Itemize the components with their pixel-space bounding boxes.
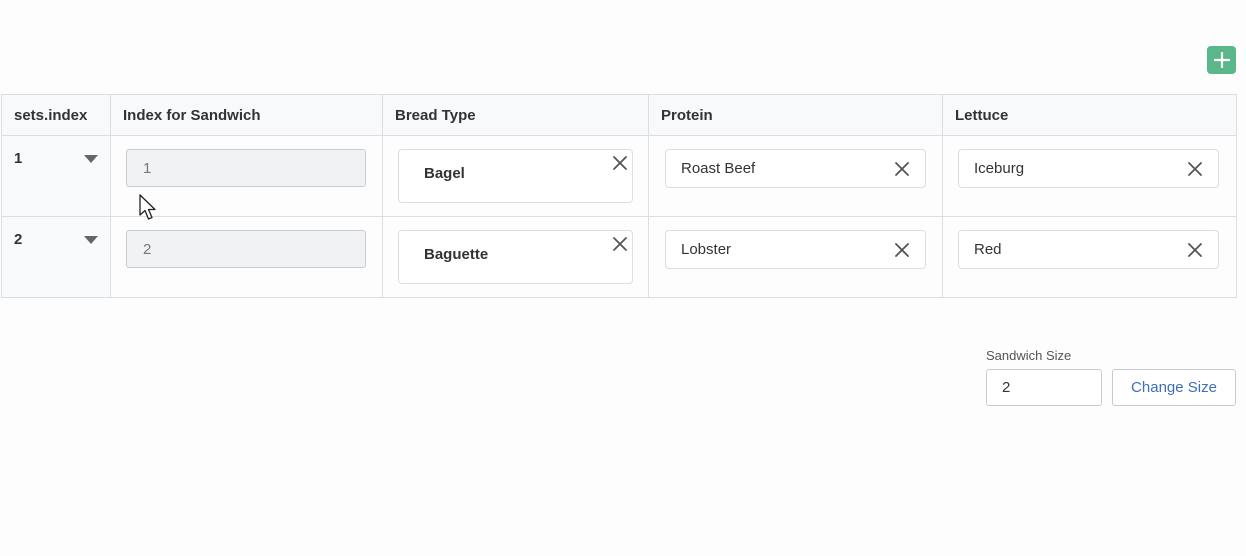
bread-type-cell: Baguette [382, 216, 649, 298]
sandwich-size-label: Sandwich Size [986, 348, 1072, 363]
lettuce-value: Red [974, 241, 1002, 258]
protein-cell: Roast Beef [648, 135, 943, 217]
sandwich-table: sets.index Index for Sandwich Bread Type… [1, 94, 1237, 298]
sandwich-size-input[interactable]: 2 [986, 369, 1102, 406]
lettuce-select[interactable]: Red [958, 230, 1219, 269]
close-icon[interactable] [1187, 161, 1203, 177]
header-protein: Protein [648, 94, 943, 136]
lettuce-select[interactable]: Iceburg [958, 149, 1219, 188]
table-row: 2 2 Baguette Lobster Red [1, 216, 1237, 298]
protein-cell: Lobster [648, 216, 943, 298]
index-for-sandwich-cell: 1 [110, 135, 383, 217]
lettuce-cell: Red [942, 216, 1237, 298]
close-icon[interactable] [1187, 242, 1203, 258]
lettuce-cell: Iceburg [942, 135, 1237, 217]
protein-select[interactable]: Lobster [665, 230, 926, 269]
index-for-sandwich-field[interactable]: 1 [126, 149, 366, 187]
table-header-row: sets.index Index for Sandwich Bread Type… [1, 94, 1237, 136]
bread-type-select[interactable]: Baguette [398, 230, 633, 284]
header-index-for-sandwich: Index for Sandwich [110, 94, 383, 136]
change-size-button[interactable]: Change Size [1112, 369, 1236, 406]
caret-down-icon[interactable] [84, 154, 98, 163]
table-row: 1 1 Bagel Roast Beef Iceburg [1, 135, 1237, 217]
lettuce-value: Iceburg [974, 160, 1025, 177]
close-icon[interactable] [612, 236, 628, 252]
close-icon[interactable] [612, 155, 628, 171]
header-lettuce: Lettuce [942, 94, 1237, 136]
add-row-button[interactable] [1207, 46, 1236, 74]
row-index-cell: 1 [1, 135, 111, 217]
bread-type-value: Baguette [424, 246, 489, 263]
protein-value: Roast Beef [681, 160, 756, 177]
header-bread-type: Bread Type [382, 94, 649, 136]
protein-select[interactable]: Roast Beef [665, 149, 926, 188]
bread-type-value: Bagel [424, 165, 465, 182]
index-for-sandwich-field[interactable]: 2 [126, 230, 366, 268]
header-sets-index: sets.index [1, 94, 111, 136]
caret-down-icon[interactable] [84, 235, 98, 244]
plus-icon [1213, 52, 1230, 68]
close-icon[interactable] [894, 161, 910, 177]
bread-type-cell: Bagel [382, 135, 649, 217]
row-index-cell: 2 [1, 216, 111, 298]
close-icon[interactable] [894, 242, 910, 258]
protein-value: Lobster [681, 241, 732, 258]
bread-type-select[interactable]: Bagel [398, 149, 633, 203]
row-index: 1 [14, 150, 23, 167]
row-index: 2 [14, 231, 23, 248]
index-for-sandwich-cell: 2 [110, 216, 383, 298]
